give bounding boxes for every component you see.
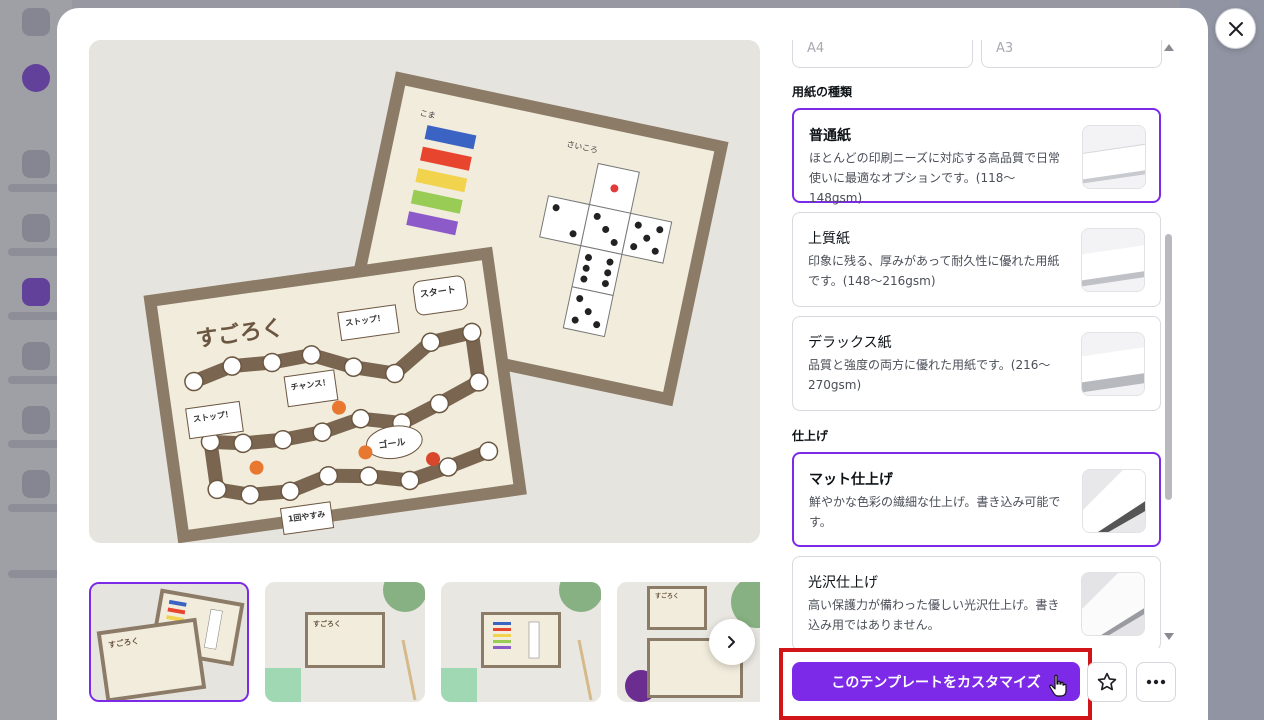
- star-icon: [1097, 672, 1117, 691]
- paper-stack-image: [1081, 332, 1145, 396]
- close-icon: [1228, 21, 1243, 36]
- paper-stack-image: [1082, 125, 1146, 189]
- finish-option-description: 鮮やかな色彩の繊細な仕上げ。書き込み可能です。: [809, 495, 1061, 529]
- options-panel: A4 A3 用紙の種類 普通紙 ほとんどの印刷ニーズに対応する高品質で日常使いに…: [792, 40, 1162, 648]
- size-field-right-value: A3: [996, 41, 1014, 56]
- paper-option-description: 印象に残る、厚みがあって耐久性に優れた用紙です。(148〜216gsm): [808, 254, 1060, 288]
- size-field-left[interactable]: A4: [792, 40, 973, 68]
- thumbnail-3[interactable]: [441, 582, 601, 702]
- thumbnail-1-image: すごろく: [91, 584, 247, 700]
- favorite-button[interactable]: [1087, 662, 1127, 702]
- paper-stack-image: [1081, 228, 1145, 292]
- paper-option-description: ほとんどの印刷ニーズに対応する高品質で日常使いに最適なオプションです。(118〜…: [809, 151, 1061, 205]
- chevron-right-icon: [728, 636, 735, 648]
- thumbnail-2-title: すごろく: [313, 619, 341, 628]
- thumbnail-1[interactable]: すごろく: [89, 582, 249, 702]
- options-scrollbar[interactable]: [1163, 40, 1175, 648]
- paper-type-heading: 用紙の種類: [792, 85, 853, 99]
- finish-option-description: 高い保護力が備わった優しい光沢仕上げ。書き込み用ではありません。: [808, 598, 1060, 632]
- thumbnail-2[interactable]: すごろく: [265, 582, 425, 702]
- more-icon: [1146, 679, 1166, 685]
- paper-option-description: 品質と強度の両方に優れた用紙です。(216〜270gsm): [808, 358, 1051, 392]
- paper-option-deluxe[interactable]: デラックス紙 品質と強度の両方に優れた用紙です。(216〜270gsm): [792, 316, 1161, 411]
- paper-option-premium[interactable]: 上質紙 印象に残る、厚みがあって耐久性に優れた用紙です。(148〜216gsm): [792, 212, 1161, 307]
- scroll-up-icon[interactable]: [1164, 44, 1174, 51]
- thumbnail-2-image: すごろく: [265, 582, 425, 702]
- close-button[interactable]: [1215, 8, 1256, 49]
- finish-heading: 仕上げ: [792, 429, 829, 443]
- next-thumbnail-button[interactable]: [709, 619, 755, 665]
- finish-option-matte[interactable]: マット仕上げ 鮮やかな色彩の繊細な仕上げ。書き込み可能です。: [792, 452, 1161, 547]
- sugoroku-board: すごろく スタート ストップ！ チャンス！ ストップ！ ゴール 1回やすみ: [143, 246, 527, 543]
- size-fields: A4 A3: [792, 40, 1162, 68]
- scroll-down-icon[interactable]: [1164, 633, 1174, 640]
- scrollbar-thumb[interactable]: [1165, 234, 1172, 500]
- size-field-right[interactable]: A3: [981, 40, 1162, 68]
- paper-option-standard[interactable]: 普通紙 ほとんどの印刷ニーズに対応する高品質で日常使いに最適なオプションです。(…: [792, 108, 1161, 205]
- finish-option-title: 光沢仕上げ: [808, 575, 878, 591]
- paper-option-title: デラックス紙: [808, 335, 892, 351]
- thumbnail-strip: すごろく すごろく すごろく: [89, 582, 760, 704]
- template-modal: こま さいころ すごろく スタート ストップ！ チャンス！ ストップ！ ゴール …: [57, 8, 1208, 720]
- more-options-button[interactable]: [1136, 662, 1176, 702]
- preview-illustration: こま さいころ すごろく スタート ストップ！ チャンス！ ストップ！ ゴール …: [89, 40, 760, 543]
- thumbnail-3-dice: [528, 621, 540, 659]
- thumbnail-4-title: すごろく: [655, 592, 679, 600]
- paper-option-title: 上質紙: [808, 231, 850, 247]
- finish-sample-image: [1082, 469, 1146, 533]
- customize-template-button[interactable]: このテンプレートをカスタマイズ: [792, 662, 1080, 701]
- paper-option-title: 普通紙: [809, 128, 851, 144]
- template-preview-image: こま さいころ すごろく スタート ストップ！ チャンス！ ストップ！ ゴール …: [89, 40, 760, 543]
- finish-option-gloss[interactable]: 光沢仕上げ 高い保護力が備わった優しい光沢仕上げ。書き込み用ではありません。: [792, 556, 1161, 648]
- hand-cursor-icon: [1049, 674, 1067, 697]
- thumbnail-3-image: [441, 582, 601, 702]
- size-field-left-value: A4: [807, 41, 825, 56]
- finish-option-title: マット仕上げ: [809, 472, 893, 488]
- finish-sample-image: [1081, 572, 1145, 636]
